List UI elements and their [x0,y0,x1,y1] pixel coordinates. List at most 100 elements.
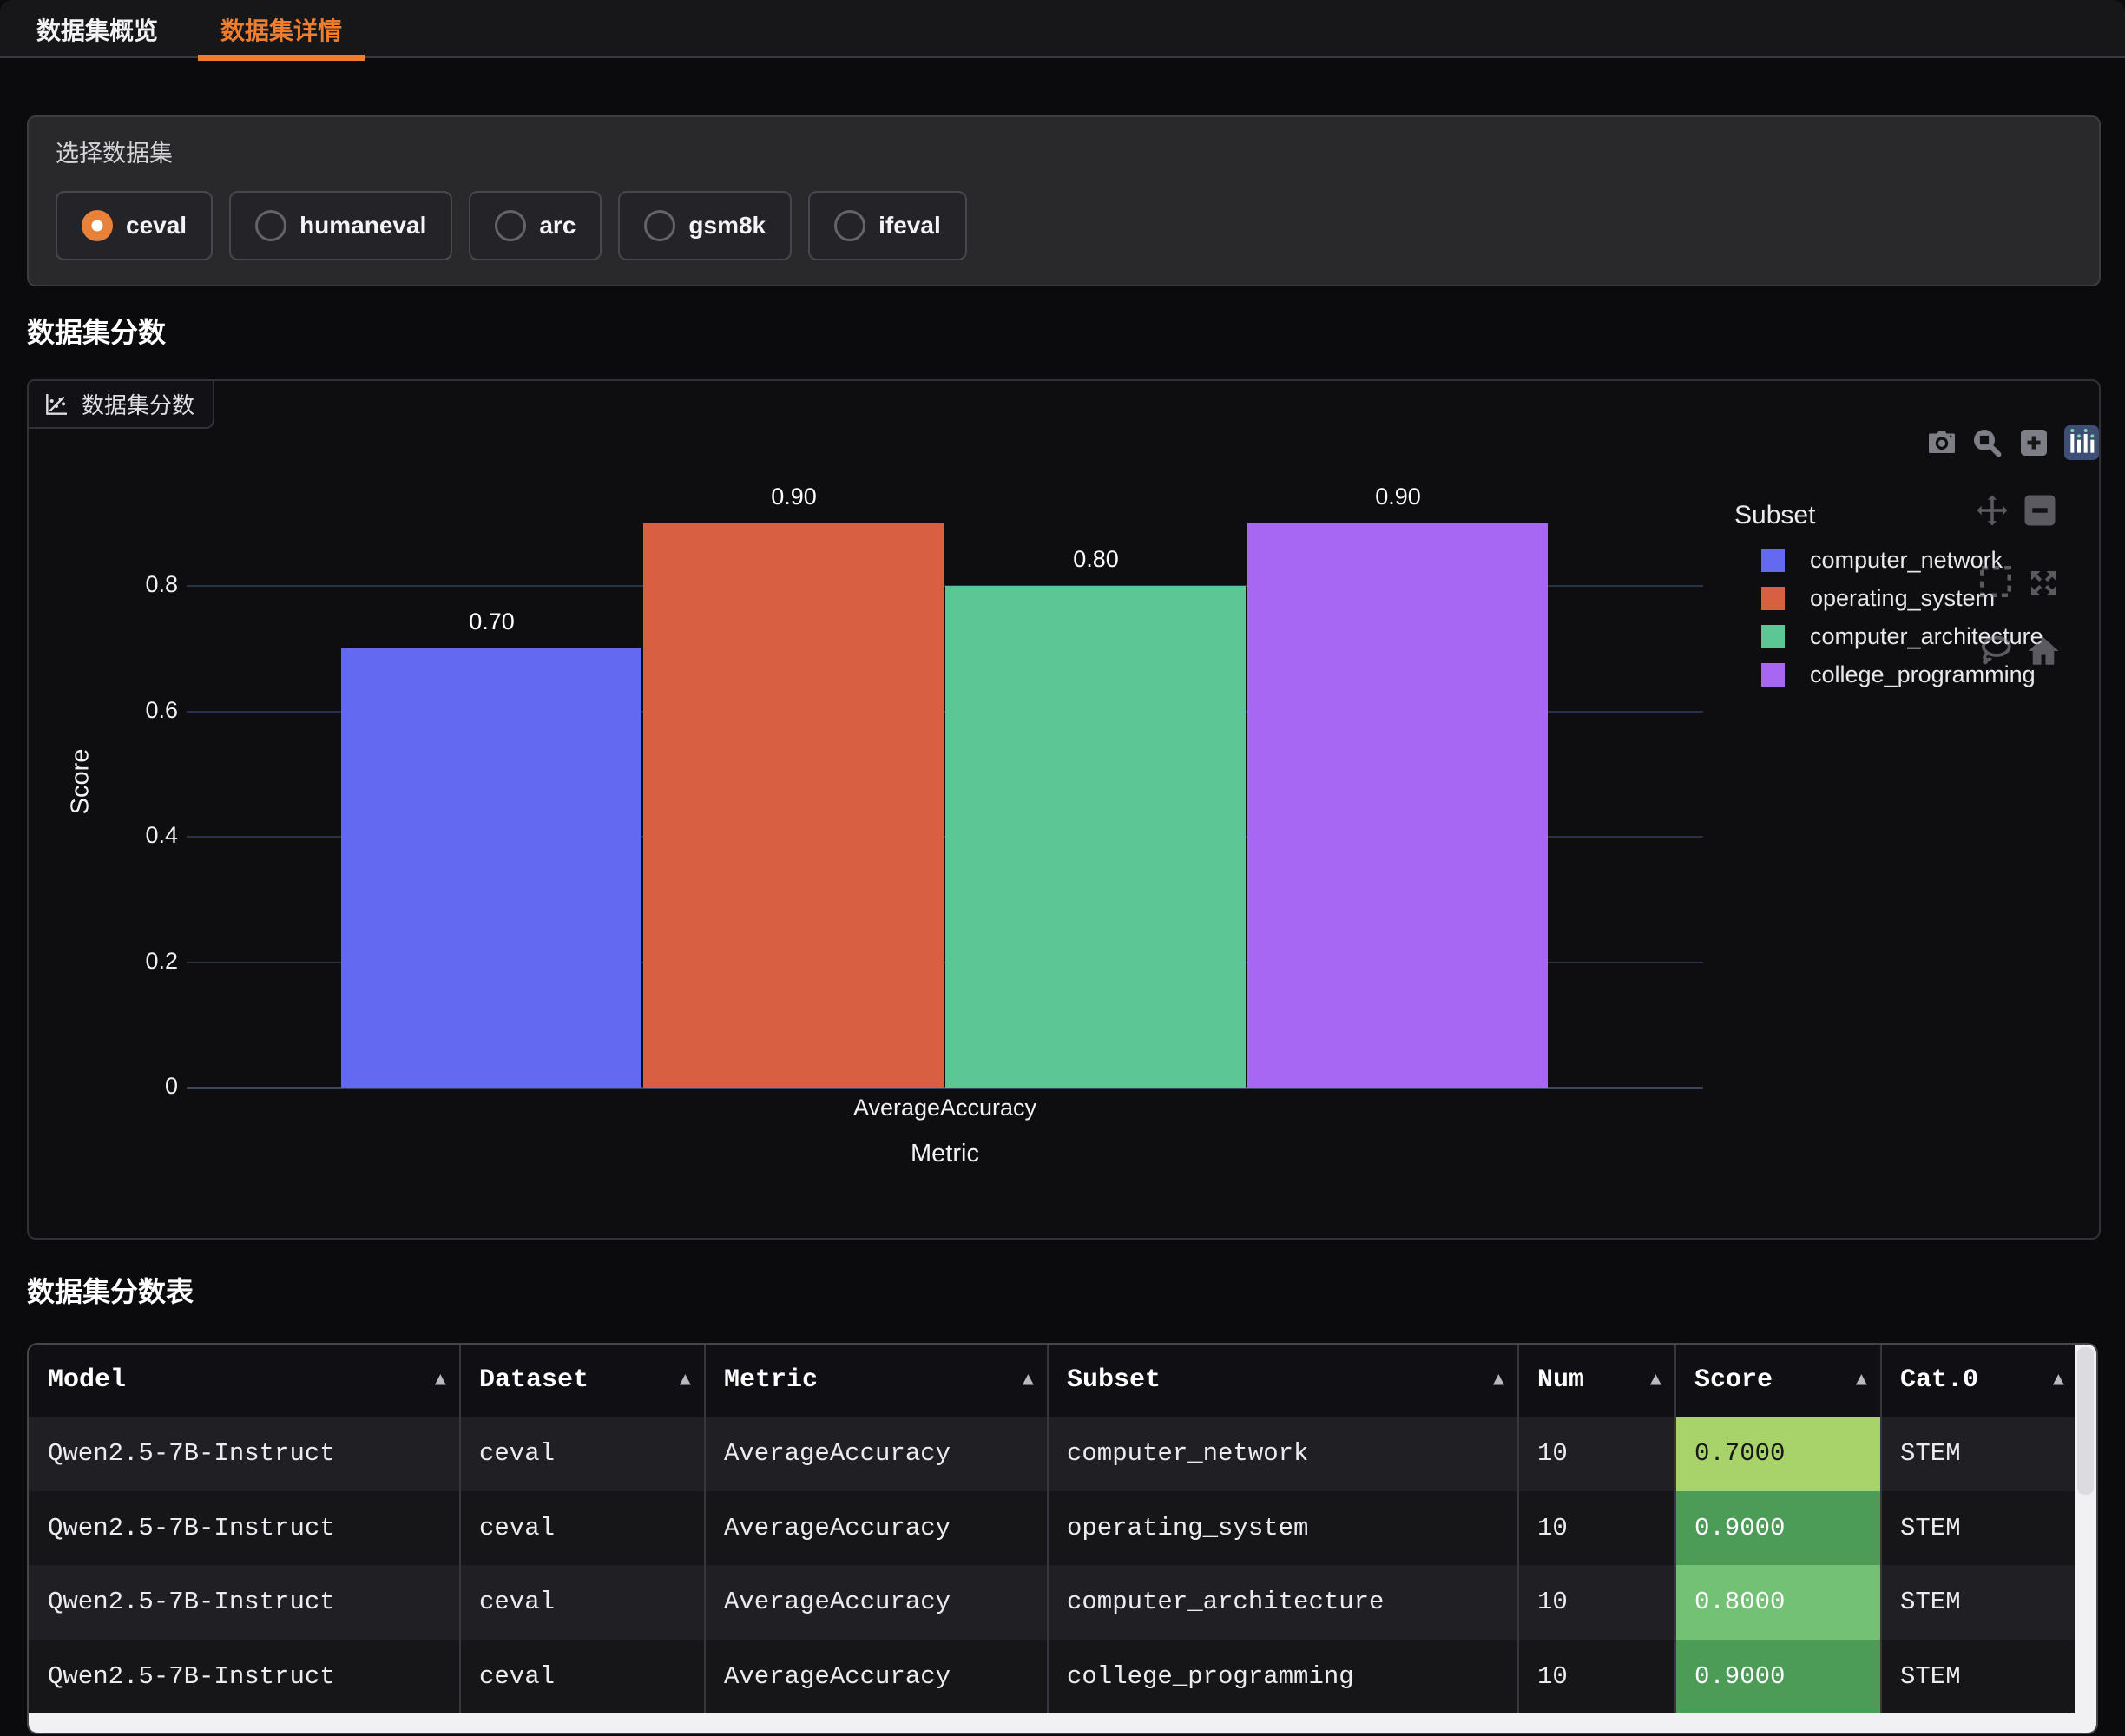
table-row: Qwen2.5-7B-InstructcevalAverageAccuracyc… [29,1565,2078,1640]
zoom-out-icon[interactable] [2022,492,2058,529]
radio-option-ceval[interactable]: ceval [56,191,213,260]
tab-dataset-details[interactable]: 数据集详情 [198,0,365,58]
sort-asc-icon: ▲ [2053,1345,2064,1417]
cell-cat0: STEM [1881,1565,2078,1640]
radio-option-label: humaneval [299,212,426,240]
column-separator [1517,1345,1519,1713]
x-axis-title: Metric [187,1140,1703,1168]
cell-model: Qwen2.5-7B-Instruct [29,1417,460,1491]
zoom-box-icon[interactable] [1971,427,2003,458]
sort-asc-icon: ▲ [1023,1345,1034,1417]
cell-metric: AverageAccuracy [705,1640,1048,1714]
radio-option-humaneval[interactable]: humaneval [229,191,452,260]
radio-unselected-icon [255,210,286,241]
zoom-in-icon[interactable] [2018,427,2049,458]
tab-bar: 数据集概览数据集详情 [0,0,2125,58]
cell-subset: college_programming [1048,1640,1518,1714]
cell-metric: AverageAccuracy [705,1565,1048,1640]
radio-unselected-icon [495,210,526,241]
cell-dataset: ceval [460,1491,705,1566]
sort-asc-icon: ▲ [680,1345,691,1417]
column-header-subset[interactable]: Subset ▲ [1048,1345,1518,1417]
legend-item-label: operating_system [1810,585,1995,612]
cell-subset: computer_network [1048,1417,1518,1491]
radio-option-gsm8k[interactable]: gsm8k [618,191,792,260]
sort-asc-icon: ▲ [1856,1345,1867,1417]
sort-asc-icon: ▲ [435,1345,446,1417]
sort-asc-icon: ▲ [1493,1345,1504,1417]
cell-score: 0.8000 [1675,1565,1881,1640]
bar-college_programming [1247,523,1548,1088]
camera-icon[interactable] [1926,427,1957,458]
radio-option-arc[interactable]: arc [469,191,602,260]
column-header-label: Dataset [479,1365,589,1395]
radio-unselected-icon [644,210,675,241]
cell-cat0: STEM [1881,1640,2078,1714]
legend-swatch-icon [1761,587,1785,610]
x-tick-label: AverageAccuracy [187,1095,1703,1121]
table-row: Qwen2.5-7B-InstructcevalAverageAccuracyc… [29,1640,2078,1714]
cell-score: 0.9000 [1675,1640,1881,1714]
column-separator [704,1345,706,1713]
column-header-label: Cat.0 [1900,1365,1978,1395]
autoscale-icon[interactable] [2025,565,2062,602]
reset-axes-icon[interactable] [2025,633,2062,669]
tab-dataset-overview[interactable]: 数据集概览 [14,0,181,58]
cell-num: 10 [1518,1491,1675,1566]
column-header-label: Metric [724,1365,818,1395]
cell-num: 10 [1518,1565,1675,1640]
scores-table: Model▲Dataset▲Metric▲Subset▲Num▲Score▲Ca… [27,1343,2098,1734]
y-tick-label: 0.2 [29,948,178,975]
bar-value-label: 0.70 [341,608,643,635]
cell-dataset: ceval [460,1565,705,1640]
section-heading-scores: 数据集分数 [27,311,166,351]
plot-area: 00.20.40.60.8Score0.700.900.800.90Averag… [29,381,2099,1238]
box-select-icon[interactable] [1977,563,2014,600]
chart-panel: 数据集分数 00.20.40.60.8Score0.700.900.800.90… [27,379,2101,1240]
cell-num: 10 [1518,1640,1675,1714]
legend-item-label: computer_network [1810,547,2003,574]
cell-num: 10 [1518,1417,1675,1491]
plotly-logo-icon[interactable] [2064,425,2099,460]
bar-value-label: 0.90 [643,483,945,510]
y-tick-label: 0 [29,1073,178,1100]
cell-cat0: STEM [1881,1491,2078,1566]
cell-dataset: ceval [460,1417,705,1491]
column-header-score[interactable]: Score ▲ [1675,1345,1881,1417]
bar-operating_system [643,523,944,1088]
vertical-scrollbar[interactable] [2075,1345,2096,1713]
bar-value-label: 0.80 [945,546,1247,573]
cell-metric: AverageAccuracy [705,1417,1048,1491]
column-separator [1047,1345,1049,1713]
legend-swatch-icon [1761,625,1785,648]
radio-option-ifeval[interactable]: ifeval [808,191,967,260]
column-header-metric[interactable]: Metric ▲ [705,1345,1048,1417]
lasso-icon[interactable] [1977,633,2014,669]
column-header-dataset[interactable]: Dataset ▲ [460,1345,705,1417]
cell-subset: computer_architecture [1048,1565,1518,1640]
radio-option-label: ceval [126,212,187,240]
radio-option-label: arc [539,212,576,240]
cell-subset: operating_system [1048,1491,1518,1566]
y-tick-label: 0.6 [29,697,178,724]
column-header-cat0[interactable]: Cat.0 ▲ [1881,1345,2078,1417]
horizontal-scrollbar[interactable] [29,1713,2096,1734]
y-tick-label: 0.8 [29,571,178,598]
dataset-radio-group: ceval humaneval arc gsm8k ifeval [56,191,2072,260]
bar-computer_architecture [945,586,1246,1088]
column-header-model[interactable]: Model ▲ [29,1345,460,1417]
pan-icon[interactable] [1974,492,2010,529]
app: 数据集概览数据集详情 选择数据集 ceval humaneval arc gsm8k i… [0,0,2125,1736]
radio-option-label: gsm8k [688,212,766,240]
column-header-num[interactable]: Num▲ [1518,1345,1675,1417]
section-heading-table: 数据集分数表 [27,1270,194,1310]
vertical-scrollbar-thumb[interactable] [2077,1347,2094,1495]
radio-selected-icon [82,210,113,241]
dataset-selector-title: 选择数据集 [56,135,2072,168]
column-header-label: Score [1694,1365,1773,1395]
column-header-label: Num [1537,1365,1584,1395]
table-row: Qwen2.5-7B-InstructcevalAverageAccuracyo… [29,1491,2078,1566]
column-header-label: Model [48,1365,126,1395]
column-header-label: Subset [1067,1365,1161,1395]
bar-value-label: 0.90 [1247,483,1549,510]
